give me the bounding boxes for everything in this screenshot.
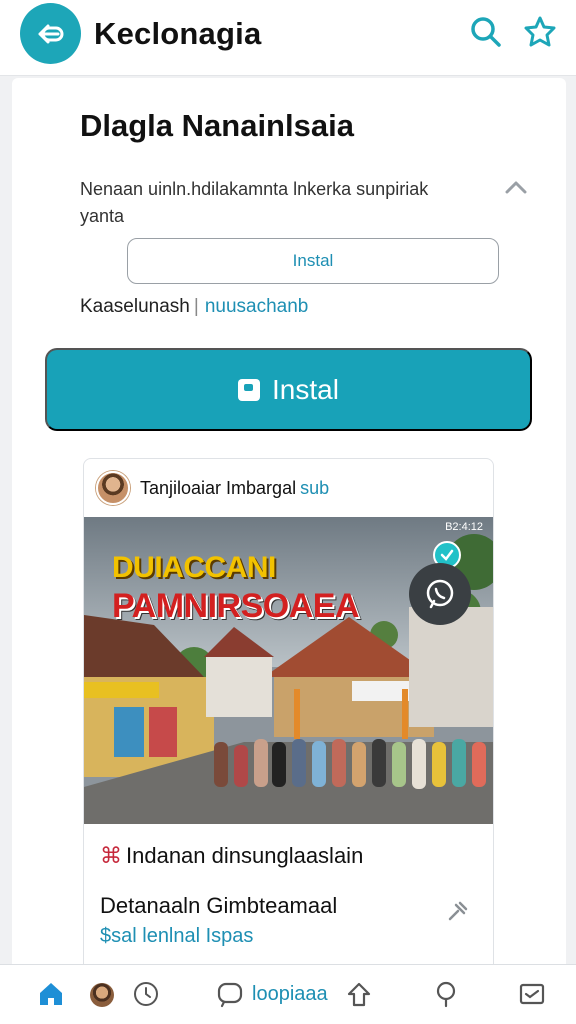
message-icon bbox=[519, 983, 545, 1005]
app-detail-card: Dlagla Nanainlsaia Nenaan uinln.hdilakam… bbox=[12, 78, 566, 978]
image-timestamp: B2:4:12 bbox=[445, 521, 483, 533]
nav-chat[interactable] bbox=[216, 979, 244, 1009]
avatar[interactable] bbox=[96, 471, 130, 505]
meta-row: Kaaselunash | nuusachanb bbox=[80, 296, 308, 318]
favorite-button[interactable] bbox=[522, 14, 558, 50]
nav-home[interactable] bbox=[36, 979, 66, 1009]
nav-messages[interactable] bbox=[518, 979, 546, 1009]
post-header: Tanjiloaiar Imbargal sub bbox=[84, 459, 493, 517]
pin-icon[interactable] bbox=[446, 899, 470, 923]
app-title: Keclonagia bbox=[94, 16, 262, 51]
back-arrow-icon bbox=[38, 24, 63, 43]
meta-link[interactable]: nuusachanb bbox=[205, 296, 309, 317]
search-button[interactable] bbox=[468, 14, 504, 50]
home-icon bbox=[40, 983, 62, 1005]
install-icon bbox=[238, 378, 261, 401]
post-image[interactable]: B2:4:12 DUIACCANI PAMNIRSOAEA bbox=[84, 517, 493, 824]
post-title[interactable]: Detanaaln Gimbteamaal bbox=[100, 893, 337, 919]
caption-icon: ⌘ bbox=[100, 843, 122, 868]
install-button-label: Instal bbox=[272, 373, 339, 405]
meta-label: Kaaselunash bbox=[80, 296, 190, 317]
install-button[interactable]: Instal bbox=[45, 348, 532, 431]
heart-icon bbox=[134, 982, 158, 1006]
install-outline-button[interactable]: Instal bbox=[127, 238, 499, 284]
nav-favorites[interactable] bbox=[132, 979, 160, 1009]
post-price: $sal lenlnal Ispas bbox=[100, 925, 254, 947]
star-icon bbox=[524, 16, 556, 47]
post-card[interactable]: Tanjiloaiar Imbargal sub B2:4:12 DUIACCA… bbox=[83, 458, 494, 978]
app-description: Nenaan uinln.hdilakamnta lnkerka sunpiri… bbox=[80, 179, 429, 226]
nav-location[interactable] bbox=[432, 979, 460, 1009]
nav-share[interactable] bbox=[346, 979, 372, 1009]
whatsapp-share-button[interactable] bbox=[409, 563, 471, 625]
chat-icon bbox=[217, 982, 243, 1008]
caption-text: Indanan dinsunglaaslain bbox=[126, 843, 364, 868]
author-name: Tanjiloaiar Imbargal bbox=[140, 478, 297, 498]
upload-icon bbox=[347, 982, 371, 1007]
back-button[interactable] bbox=[20, 3, 81, 64]
card-heading: Dlagla Nanainlsaia bbox=[80, 108, 354, 143]
chevron-up-icon[interactable] bbox=[502, 176, 530, 198]
nav-label[interactable]: loopiaaa bbox=[252, 983, 328, 1006]
nav-profile-avatar[interactable] bbox=[90, 983, 114, 1007]
author-sub: sub bbox=[300, 478, 330, 498]
check-icon bbox=[440, 549, 454, 561]
post-caption: ⌘ Indanan dinsunglaaslain bbox=[100, 843, 363, 869]
top-app-bar: Keclonagia bbox=[0, 0, 576, 76]
location-icon bbox=[436, 981, 456, 1008]
image-headline-top: DUIACCANI bbox=[112, 551, 276, 584]
post-author[interactable]: Tanjiloaiar Imbargal sub bbox=[140, 478, 329, 499]
meta-separator: | bbox=[193, 296, 199, 317]
whatsapp-icon bbox=[426, 579, 454, 609]
image-headline-bottom: PAMNIRSOAEA bbox=[112, 587, 360, 625]
search-icon bbox=[471, 17, 501, 47]
